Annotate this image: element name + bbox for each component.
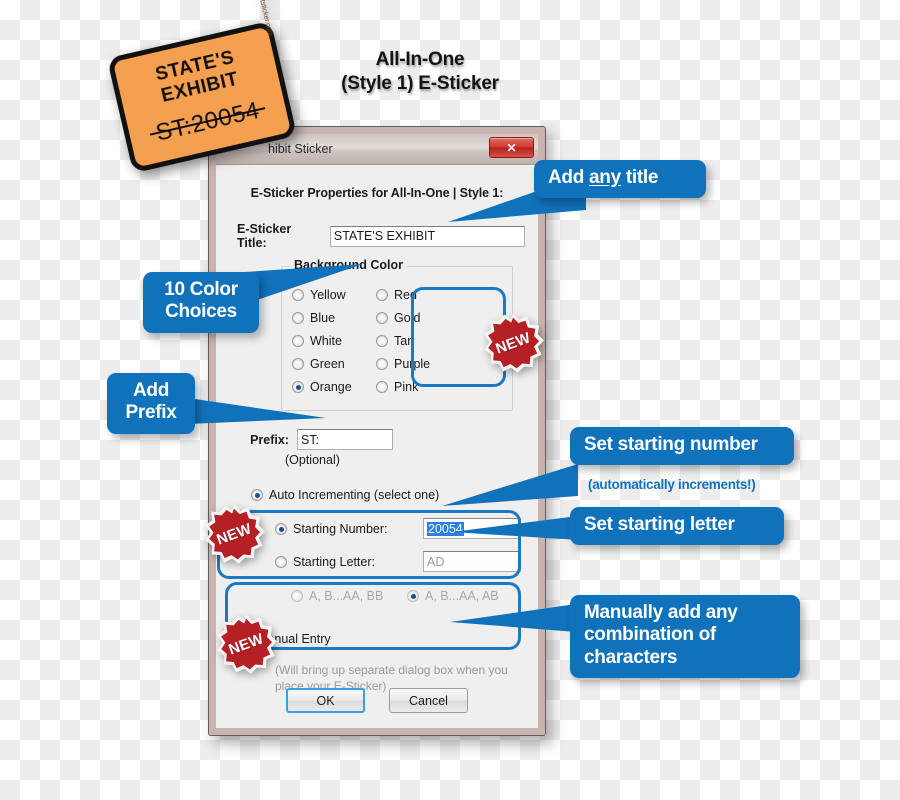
auto-incrementing-label: Auto Incrementing (select one) (269, 487, 440, 502)
color-option-red[interactable]: Red (376, 283, 460, 306)
callout-add-prefix-line1: Add (132, 380, 170, 401)
starting-number-row: Starting Number: 20054 (275, 518, 525, 539)
callout-set-starting-letter: Set starting letter (570, 507, 784, 546)
radio-icon-selected (292, 380, 304, 393)
color-column-2: Red Gold Tan Purple Pink (376, 283, 460, 398)
starting-number-input[interactable]: 20054 (423, 518, 521, 539)
callout-add-title: Add any title (534, 160, 706, 199)
properties-heading: E-Sticker Properties for All-In-One | St… (250, 186, 504, 200)
letter-format-label: A, B...AA, AB (425, 588, 499, 603)
callout-set-starting-number: Set starting number (570, 427, 794, 466)
background-color-legend: Background Color (290, 258, 408, 272)
radio-icon (292, 357, 304, 370)
callout-add-prefix: Add Prefix (107, 373, 195, 434)
color-option-label: Red (394, 287, 417, 302)
starting-letter-input[interactable]: AD (423, 551, 521, 572)
new-badge-manual-entry: NEW (215, 613, 277, 675)
prefix-label: Prefix: (250, 432, 289, 447)
radio-icon-selected[interactable] (275, 522, 287, 535)
letter-format-option-ab[interactable]: A, B...AA, AB (407, 584, 523, 607)
page-title-line2: (Style 1) E-Sticker (341, 73, 499, 95)
callout-manual-line3: characters (584, 646, 678, 668)
new-badge-starting-letter: NEW (203, 503, 265, 565)
cancel-button[interactable]: Cancel (389, 688, 468, 713)
prefix-input[interactable]: ST: (297, 429, 393, 450)
callout-manual-line2: combination of (584, 624, 716, 646)
radio-icon (376, 334, 388, 347)
color-option-label: Green (310, 356, 345, 371)
callout-manual-line1: Manually add any (584, 602, 738, 623)
prefix-row: Prefix: ST: (237, 429, 525, 450)
prefix-optional-note: (Optional) (285, 453, 340, 467)
callout-color-choices-line1: 10 Color (164, 279, 238, 300)
color-option-purple[interactable]: Purple (376, 352, 460, 375)
auto-incrementing-option[interactable]: Auto Incrementing (select one) (251, 483, 525, 506)
starting-letter-row: Starting Letter: AD (275, 551, 525, 572)
color-option-label: White (310, 333, 342, 348)
radio-icon (376, 357, 388, 370)
radio-icon (376, 288, 388, 301)
close-icon[interactable]: ✕ (489, 137, 534, 158)
color-option-orange[interactable]: Orange (292, 375, 376, 398)
color-option-label: Yellow (310, 287, 346, 302)
starting-number-value: 20054 (427, 521, 464, 536)
callout-set-starting-letter-label: Set starting letter (584, 514, 735, 535)
title-field-label: E-Sticker Title: (237, 222, 292, 250)
new-badge-colors: NEW (482, 312, 544, 374)
color-option-pink[interactable]: Pink (376, 375, 460, 398)
e-sticker-title-input[interactable]: STATE'S EXHIBIT (329, 225, 525, 247)
starting-number-label: Starting Number: (293, 521, 388, 536)
ok-button[interactable]: OK (286, 688, 365, 713)
color-option-blue[interactable]: Blue (292, 306, 376, 329)
page-title: All-In-One (Style 1) E-Sticker (300, 48, 540, 97)
callout-manual-entry: Manually add any combination of characte… (570, 595, 800, 679)
color-option-label: Tan (394, 333, 415, 348)
color-option-yellow[interactable]: Yellow (292, 283, 376, 306)
letter-format-row: A, B...AA, BB A, B...AA, AB (291, 584, 525, 607)
radio-icon (376, 380, 388, 393)
callout-add-title-em: any (589, 167, 621, 188)
radio-icon (292, 288, 304, 301)
color-option-white[interactable]: White (292, 329, 376, 352)
callout-add-title-pre: Add (548, 167, 590, 188)
radio-icon (292, 311, 304, 324)
callout-add-prefix-line2: Prefix (125, 402, 177, 424)
letter-format-label: A, B...AA, BB (309, 588, 384, 603)
color-option-label: Gold (394, 310, 421, 325)
radio-icon-selected (407, 589, 419, 602)
color-option-label: Purple (394, 356, 431, 371)
manual-entry-option[interactable]: Manual Entry (239, 627, 525, 650)
radio-icon (291, 589, 303, 602)
radio-icon (292, 334, 304, 347)
color-option-label: Orange (310, 379, 352, 394)
color-option-label: Blue (310, 310, 336, 325)
callout-color-choices: 10 Color Choices (143, 272, 259, 333)
color-option-tan[interactable]: Tan (376, 329, 460, 352)
starting-letter-label: Starting Letter: (293, 554, 375, 569)
callout-add-title-post: title (620, 167, 659, 188)
page-title-line1: All-In-One (375, 49, 465, 70)
exhibit-sticker-side-text: exhibitsticker.com (253, 0, 273, 38)
title-field-row: E-Sticker Title: STATE'S EXHIBIT (237, 222, 525, 250)
callout-set-starting-number-label: Set starting number (584, 434, 758, 455)
color-option-green[interactable]: Green (292, 352, 376, 375)
color-column-1: Yellow Blue White Green Orange (292, 283, 376, 398)
callout-color-choices-line2: Choices (165, 301, 237, 323)
radio-icon[interactable] (275, 555, 287, 568)
auto-increments-note: (automatically increments!) (588, 477, 756, 492)
color-option-gold[interactable]: Gold (376, 306, 460, 329)
radio-icon (376, 311, 388, 324)
color-option-label: Pink (394, 379, 419, 394)
dialog-button-row: OK Cancel (217, 688, 537, 713)
letter-format-option-bb[interactable]: A, B...AA, BB (291, 584, 407, 607)
